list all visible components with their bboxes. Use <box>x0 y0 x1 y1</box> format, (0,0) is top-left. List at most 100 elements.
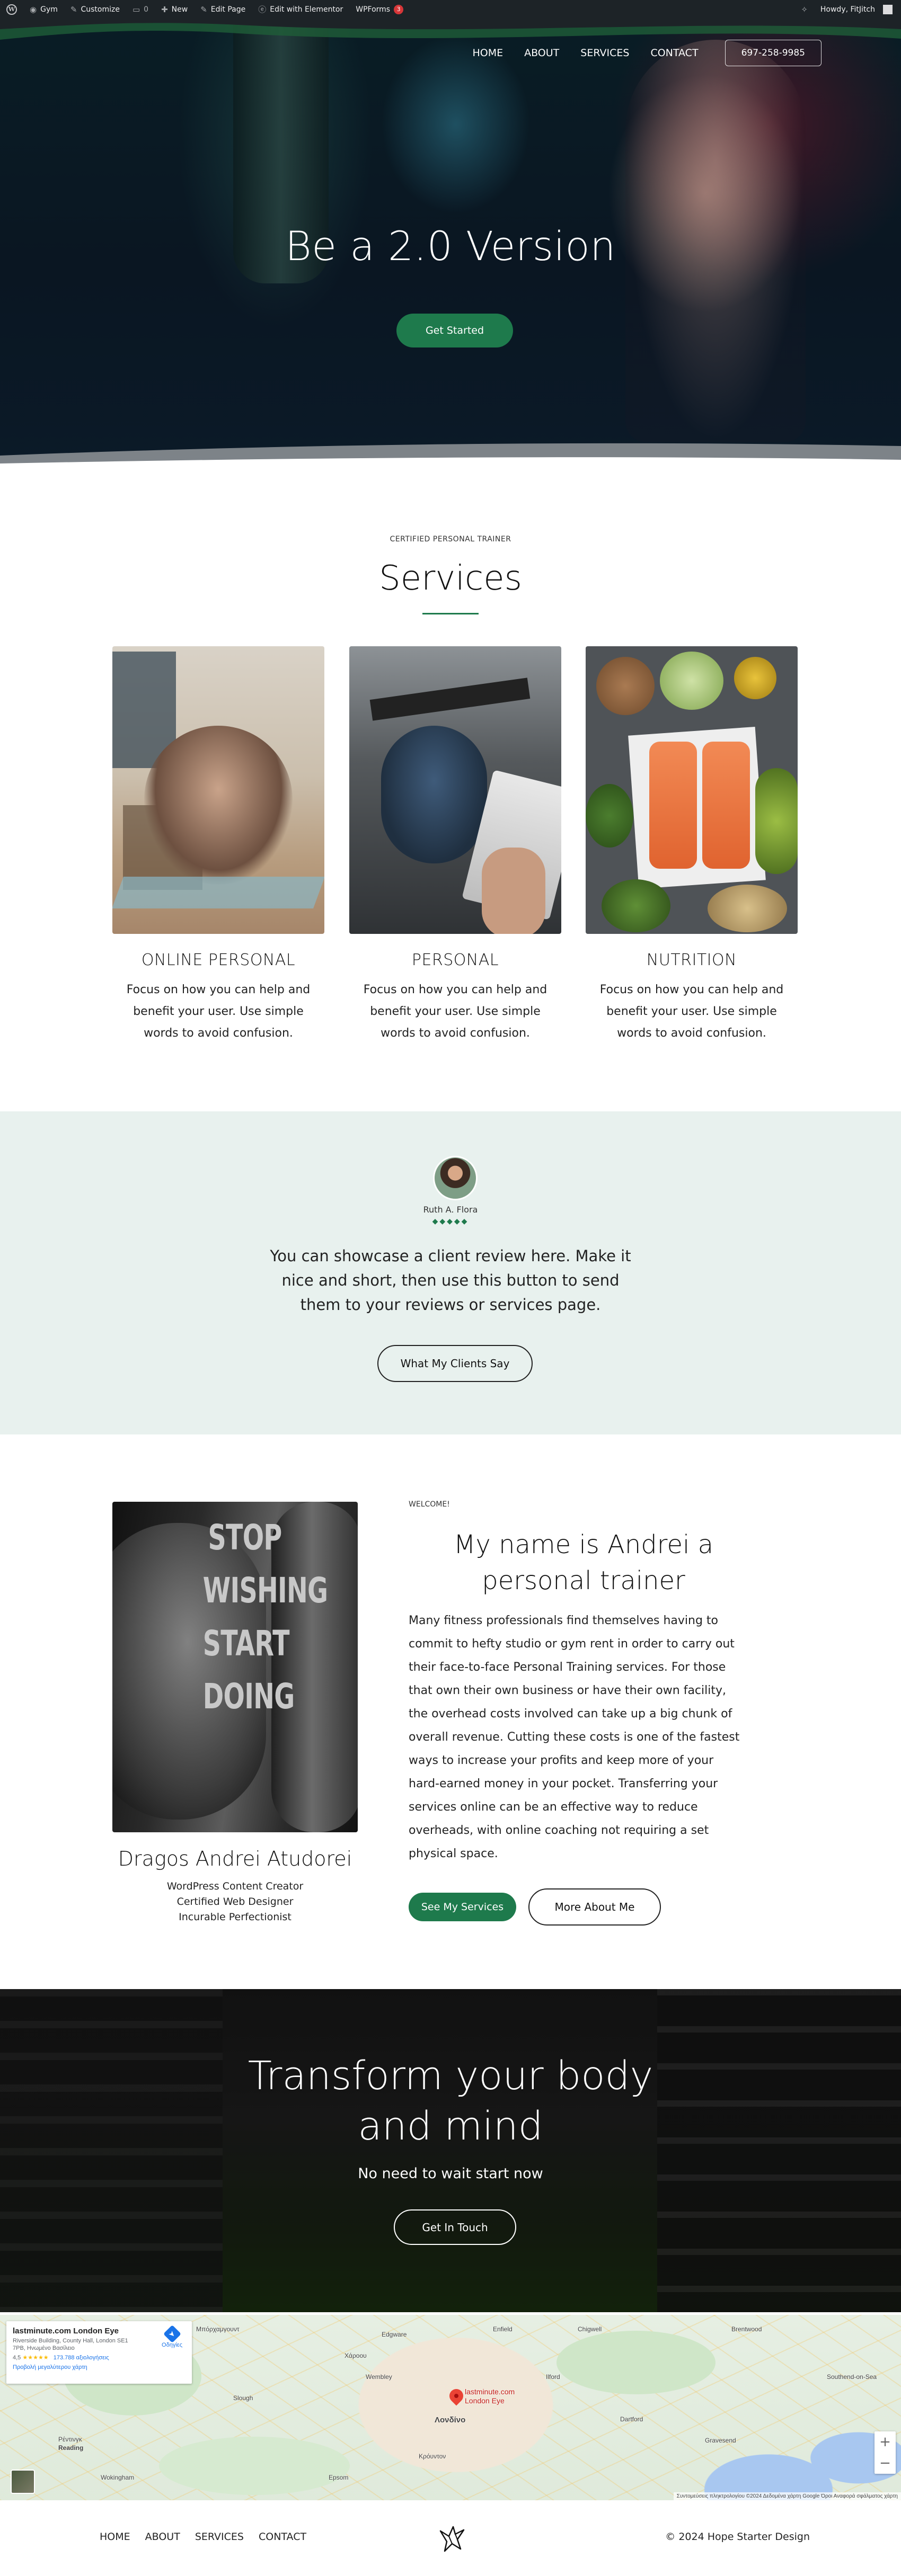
about-body: Many fitness professionals find themselv… <box>409 1614 740 1860</box>
trainer-photo: STOP WISHING START DOING <box>112 1502 358 1832</box>
zoom-out-button[interactable]: − <box>874 2453 896 2474</box>
footer-navigation: HOME ABOUT SERVICES CONTACT <box>100 2531 321 2543</box>
service-card-personal: PERSONAL Focus on how you can help and b… <box>349 646 561 1044</box>
poster-line: DOING <box>202 1676 295 1717</box>
map-town-label: Slough <box>233 2394 253 2402</box>
services-eyebrow: CERTIFIED PERSONAL TRAINER <box>390 535 511 543</box>
nav-contact[interactable]: CONTACT <box>650 47 698 59</box>
bird-logo-icon[interactable] <box>437 2521 467 2554</box>
new-content-menu[interactable]: ✚ New <box>155 0 194 19</box>
rating-stars-icon: ◆◆◆◆◆ <box>432 1217 469 1226</box>
hero-title: Be a 2.0 Version <box>285 222 616 270</box>
site-name-label: Gym <box>40 5 58 14</box>
view-larger-map-link[interactable]: Προβολή μεγαλύτερου χάρτη <box>13 2364 186 2370</box>
what-my-clients-say-button[interactable]: What My Clients Say <box>377 1345 533 1382</box>
map-town-label: Dartford <box>620 2415 643 2423</box>
comments-link[interactable]: ▭ 0 <box>126 0 155 19</box>
howdy-label: Howdy, FitJitch <box>820 5 875 14</box>
place-rating: 4,5 ★★★★★ 173.788 αξιολογήσεις <box>13 2354 186 2361</box>
directions-button[interactable]: ➤ Οδηγίες <box>162 2325 182 2348</box>
trainer-role: WordPress Content Creator <box>166 1880 304 1892</box>
services-divider <box>422 613 479 614</box>
service-card-nutrition: NUTRITION Focus on how you can help and … <box>586 646 798 1044</box>
wordpress-logo-menu[interactable]: W <box>0 0 23 19</box>
rating-stars-icon: ★★★★★ <box>22 2355 49 2361</box>
get-started-button[interactable]: Get Started <box>396 314 513 347</box>
account-menu[interactable]: Howdy, FitJitch <box>814 0 901 19</box>
map-pin-dot <box>454 2394 458 2398</box>
service-card-online-personal: ONLINE PERSONAL Focus on how you can hel… <box>112 646 324 1044</box>
hero-bottom-wave <box>0 443 901 471</box>
service-name: NUTRITION <box>646 951 737 969</box>
nav-home[interactable]: HOME <box>472 47 503 59</box>
cta-title-line: and mind <box>358 2103 543 2149</box>
nav-services[interactable]: SERVICES <box>580 47 629 59</box>
zoom-in-button[interactable]: + <box>874 2431 896 2453</box>
map-type-toggle[interactable] <box>11 2470 35 2494</box>
pencil-icon: ✎ <box>200 4 207 14</box>
customize-label: Customize <box>81 5 120 14</box>
edit-page-link[interactable]: ✎ Edit Page <box>194 0 252 19</box>
phone-button[interactable]: 697-258-9985 <box>725 40 822 66</box>
map-town-label: Μπόρχαμγουντ <box>196 2325 240 2333</box>
more-about-me-button[interactable]: More About Me <box>528 1888 661 1926</box>
site-name-menu[interactable]: ◉ Gym <box>23 0 64 19</box>
map-park <box>159 2437 350 2495</box>
avatar <box>883 4 893 14</box>
map-zoom-controls: + − <box>874 2431 896 2474</box>
map-town-label: Epsom <box>329 2474 349 2481</box>
testimonial-quote: You can showcase a client review here. M… <box>270 1247 631 1314</box>
get-in-touch-button[interactable]: Get In Touch <box>394 2209 516 2245</box>
map-town-label: Wokingham <box>101 2474 135 2481</box>
poster-line: WISHING <box>202 1570 328 1611</box>
testimonial-section: Ruth A. Flora ◆◆◆◆◆ You can showcase a c… <box>0 1111 901 1434</box>
about-title: My name is Andrei a personal trainer <box>453 1530 713 1595</box>
edit-elementor-label: Edit with Elementor <box>270 5 343 14</box>
place-name: lastminute.com London Eye <box>13 2327 119 2336</box>
map-town-label: Gravesend <box>705 2437 736 2444</box>
trainer-role: Certified Web Designer <box>176 1896 294 1908</box>
map-town-label: Χάροου <box>344 2352 367 2359</box>
cta-subtitle: No need to wait start now <box>358 2165 543 2182</box>
map-town-label: Ilford <box>546 2373 560 2381</box>
map-place-card: lastminute.com London Eye Riverside Buil… <box>6 2321 192 2384</box>
reviewer-avatar <box>433 1156 478 1200</box>
directions-label: Οδηγίες <box>162 2342 182 2348</box>
see-my-services-button[interactable]: See My Services <box>409 1893 516 1921</box>
map-town-label: Chigwell <box>578 2325 602 2333</box>
service-description: Focus on how you can help and benefit yo… <box>363 983 547 1040</box>
cta-section: Transform your body and mind No need to … <box>0 1989 901 2312</box>
service-image-personal <box>349 646 561 934</box>
wpforms-notification-badge: 3 <box>394 4 404 14</box>
service-image-nutrition <box>586 646 798 934</box>
nav-about[interactable]: ABOUT <box>524 47 559 59</box>
about-eyebrow: WELCOME! <box>409 1500 450 1509</box>
footer-nav-about[interactable]: ABOUT <box>145 2531 180 2543</box>
copyright-text: © 2024 Hope Starter Design <box>665 2531 810 2543</box>
map-town-label: Brentwood <box>731 2325 762 2333</box>
footer-nav-services[interactable]: SERVICES <box>195 2531 244 2543</box>
google-map[interactable]: Μπόρχαμγουντ Edgware Enfield Chigwell Br… <box>0 2315 901 2500</box>
service-description: Focus on how you can help and benefit yo… <box>126 983 311 1040</box>
customize-link[interactable]: ✎ Customize <box>64 0 126 19</box>
reviews-link[interactable]: 173.788 αξιολογήσεις <box>54 2355 109 2361</box>
wpforms-menu[interactable]: WPForms 3 <box>349 0 410 19</box>
map-town-label: Κρόυντον <box>419 2453 446 2460</box>
edit-with-elementor-link[interactable]: ⓔ Edit with Elementor <box>252 0 349 19</box>
footer-nav-contact[interactable]: CONTACT <box>259 2531 306 2543</box>
cta-title-line: Transform your body <box>248 2053 653 2099</box>
map-town-label: Reading <box>58 2444 84 2452</box>
footer-nav-home[interactable]: HOME <box>100 2531 130 2543</box>
footer: HOME ABOUT SERVICES CONTACT © 2024 Hope … <box>0 2500 901 2576</box>
map-park <box>556 2331 716 2394</box>
poster-line: START <box>202 1623 290 1664</box>
service-description: Focus on how you can help and benefit yo… <box>599 983 784 1040</box>
cta-title: Transform your body and mind <box>0 2051 901 2152</box>
map-pin-label: lastminute.com London Eye <box>465 2387 515 2405</box>
search-toggle[interactable]: ✧ <box>794 0 814 19</box>
service-name: PERSONAL <box>411 951 499 969</box>
main-navigation: HOME ABOUT SERVICES CONTACT 697-258-9985 <box>472 40 822 66</box>
map-town-label: Wembley <box>366 2373 392 2381</box>
poster-text: STOP WISHING START DOING <box>202 1511 328 1723</box>
pin-label-line: lastminute.com <box>465 2387 515 2396</box>
